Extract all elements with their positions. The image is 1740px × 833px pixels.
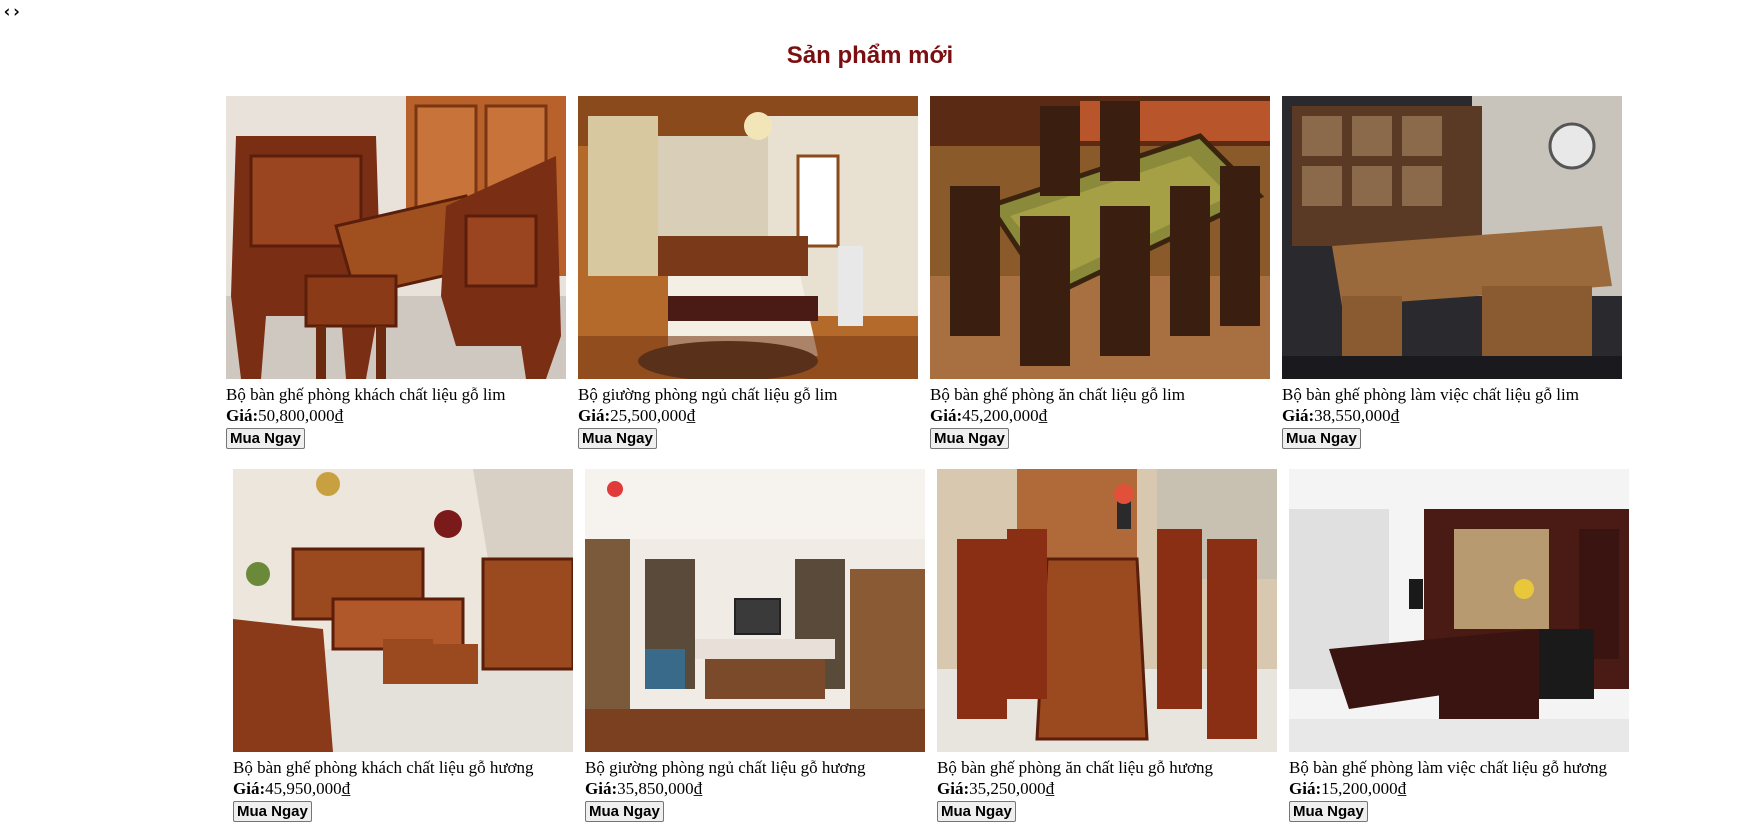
dining-set-image[interactable]: [930, 96, 1270, 379]
buy-now-button[interactable]: Mua Ngay: [937, 801, 1016, 822]
section-title: Sản phẩm mới: [786, 42, 954, 69]
price-label: Giá:: [1282, 406, 1315, 425]
product-price: Giá:45,200,000₫: [930, 405, 1270, 426]
buy-now-button[interactable]: Mua Ngay: [233, 801, 312, 822]
product-price: Giá:35,850,000₫: [585, 778, 925, 799]
bedroom-set-image[interactable]: [578, 96, 918, 379]
product-card: Bộ bàn ghế phòng khách chất liệu gỗ lim …: [226, 96, 566, 449]
product-card: Bộ giường phòng ngủ chất liệu gỗ hương G…: [585, 469, 925, 822]
product-card: Bộ bàn ghế phòng ăn chất liệu gỗ hương G…: [937, 469, 1277, 822]
price-label: Giá:: [578, 406, 611, 425]
code-icon: ‹›: [2, 2, 22, 22]
product-name[interactable]: Bộ bàn ghế phòng ăn chất liệu gỗ hương: [937, 757, 1277, 778]
price-value: 35,850,000₫: [617, 779, 703, 798]
living-room-set-image[interactable]: [233, 469, 573, 752]
dining-set-image[interactable]: [937, 469, 1277, 752]
product-price: Giá:35,250,000₫: [937, 778, 1277, 799]
price-value: 25,500,000₫: [610, 406, 696, 425]
buy-now-button[interactable]: Mua Ngay: [226, 428, 305, 449]
product-price: Giá:25,500,000₫: [578, 405, 918, 426]
product-name[interactable]: Bộ giường phòng ngủ chất liệu gỗ lim: [578, 384, 918, 405]
buy-now-button[interactable]: Mua Ngay: [1282, 428, 1361, 449]
product-card: Bộ giường phòng ngủ chất liệu gỗ lim Giá…: [578, 96, 918, 449]
buy-now-button[interactable]: Mua Ngay: [585, 801, 664, 822]
product-price: Giá:45,950,000₫: [233, 778, 573, 799]
product-price: Giá:50,800,000₫: [226, 405, 566, 426]
price-value: 45,200,000₫: [962, 406, 1048, 425]
price-label: Giá:: [226, 406, 259, 425]
product-card: Bộ bàn ghế phòng ăn chất liệu gỗ lim Giá…: [930, 96, 1270, 449]
buy-now-button[interactable]: Mua Ngay: [1289, 801, 1368, 822]
product-name[interactable]: Bộ bàn ghế phòng ăn chất liệu gỗ lim: [930, 384, 1270, 405]
price-label: Giá:: [585, 779, 618, 798]
product-card: Bộ bàn ghế phòng khách chất liệu gỗ hươn…: [233, 469, 573, 822]
price-label: Giá:: [930, 406, 963, 425]
price-label: Giá:: [1289, 779, 1322, 798]
living-room-set-image[interactable]: [226, 96, 566, 379]
price-label: Giá:: [937, 779, 970, 798]
price-value: 38,550,000₫: [1314, 406, 1400, 425]
product-name[interactable]: Bộ bàn ghế phòng khách chất liệu gỗ hươn…: [233, 757, 573, 778]
office-set-image[interactable]: [1289, 469, 1629, 752]
product-name[interactable]: Bộ bàn ghế phòng làm việc chất liệu gỗ h…: [1289, 757, 1629, 778]
price-value: 45,950,000₫: [265, 779, 351, 798]
product-card: Bộ bàn ghế phòng làm việc chất liệu gỗ l…: [1282, 96, 1622, 449]
product-price: Giá:15,200,000₫: [1289, 778, 1629, 799]
price-value: 15,200,000₫: [1321, 779, 1407, 798]
price-value: 35,250,000₫: [969, 779, 1055, 798]
price-value: 50,800,000₫: [258, 406, 344, 425]
product-name[interactable]: Bộ bàn ghế phòng khách chất liệu gỗ lim: [226, 384, 566, 405]
product-card: Bộ bàn ghế phòng làm việc chất liệu gỗ h…: [1289, 469, 1629, 822]
product-price: Giá:38,550,000₫: [1282, 405, 1622, 426]
product-name[interactable]: Bộ bàn ghế phòng làm việc chất liệu gỗ l…: [1282, 384, 1622, 405]
price-label: Giá:: [233, 779, 266, 798]
buy-now-button[interactable]: Mua Ngay: [930, 428, 1009, 449]
buy-now-button[interactable]: Mua Ngay: [578, 428, 657, 449]
product-name[interactable]: Bộ giường phòng ngủ chất liệu gỗ hương: [585, 757, 925, 778]
bedroom-set-image[interactable]: [585, 469, 925, 752]
office-set-image[interactable]: [1282, 96, 1622, 379]
